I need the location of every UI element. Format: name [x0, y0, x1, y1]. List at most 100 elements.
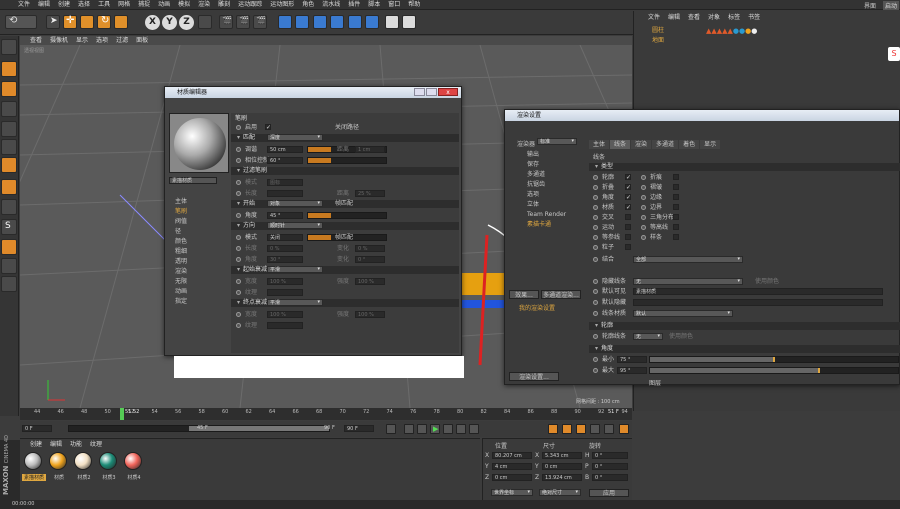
enable-checkbox[interactable]: ✓: [265, 124, 271, 131]
timeline[interactable]: 44 46 48 50 52 54 56 58 60 62 64 66 68 70 72 74 76 78 80 82…: [20, 408, 632, 420]
menu-item[interactable]: 渲染: [198, 0, 210, 10]
material-menu-item[interactable]: 创建: [30, 441, 42, 449]
default-hidden-field[interactable]: [633, 299, 883, 306]
render-tab[interactable]: 多通道: [652, 140, 679, 149]
render-tab[interactable]: 显示: [700, 140, 721, 149]
render-section-item[interactable]: 保存: [509, 160, 585, 170]
line-type-checkbox[interactable]: [673, 224, 679, 230]
hidden-lines-dropdown[interactable]: 无: [633, 278, 743, 285]
render-section-item[interactable]: 输出: [509, 150, 585, 160]
menu-item[interactable]: 角色: [302, 0, 314, 10]
menu-item[interactable]: 运动跟踪: [238, 0, 262, 10]
channel-item[interactable]: 渲染: [169, 267, 224, 277]
render-tab[interactable]: 着色: [679, 140, 700, 149]
timeline-button[interactable]: [619, 424, 629, 434]
workplane-button[interactable]: [1, 101, 17, 117]
param-field[interactable]: 0 %: [267, 245, 303, 252]
recent-tool-button[interactable]: [114, 15, 128, 29]
menu-item[interactable]: 模拟: [178, 0, 190, 10]
secondary-field[interactable]: 25 %: [355, 190, 385, 197]
keyframe-radio[interactable]: [593, 334, 598, 339]
material-swatch[interactable]: 材质2: [72, 452, 96, 482]
object-row-floor[interactable]: 地面: [638, 37, 798, 45]
keyframe-radio[interactable]: [593, 185, 598, 190]
line-type-checkbox[interactable]: [673, 174, 679, 180]
object-menu-item[interactable]: 标签: [728, 13, 740, 23]
max-angle-slider[interactable]: [649, 367, 899, 374]
channel-item[interactable]: 径: [169, 227, 224, 237]
combine-dropdown[interactable]: 全部: [633, 256, 743, 263]
line-type-checkbox[interactable]: [673, 184, 679, 190]
model-mode-button[interactable]: [1, 61, 17, 77]
line-type-checkbox[interactable]: [625, 214, 631, 220]
channel-item[interactable]: 透明: [169, 257, 224, 267]
coord-field[interactable]: 0 cm: [492, 474, 532, 481]
material-swatch[interactable]: 材质3: [97, 452, 121, 482]
object-menu-item[interactable]: 对象: [708, 13, 720, 23]
secondary-field[interactable]: 100 %: [355, 278, 385, 285]
secondary-field[interactable]: 0 °: [355, 256, 385, 263]
section-dropdown[interactable]: 深度: [267, 134, 323, 141]
keyframe-radio[interactable]: [593, 257, 598, 262]
edges-mode-button[interactable]: [1, 139, 17, 155]
menu-item[interactable]: 捕捉: [138, 0, 150, 10]
render-section-item[interactable]: 立体: [509, 200, 585, 210]
param-field[interactable]: 100 %: [267, 278, 303, 285]
param-key-button[interactable]: [590, 424, 600, 434]
deformer-button[interactable]: [348, 15, 362, 29]
keyframe-radio[interactable]: [641, 235, 646, 240]
polygons-mode-button[interactable]: [1, 157, 17, 173]
render-section-item[interactable]: 多通道: [509, 170, 585, 180]
param-slider[interactable]: [307, 157, 387, 164]
viewport-menu-item[interactable]: 查看: [30, 36, 42, 45]
section-header[interactable]: [231, 222, 459, 230]
minimize-button[interactable]: [414, 88, 425, 96]
line-type-checkbox[interactable]: [625, 224, 631, 230]
menu-item[interactable]: 窗口: [388, 0, 400, 10]
start-frame-field[interactable]: 0 F: [22, 425, 52, 432]
render-settings-button[interactable]: 🎬: [253, 15, 267, 29]
rotate-tool-button[interactable]: ↻: [97, 15, 111, 29]
render-section-item[interactable]: 素描卡通: [509, 220, 585, 230]
render-tab[interactable]: 主体: [589, 140, 610, 149]
line-type-checkbox[interactable]: [673, 234, 679, 240]
keyframe-radio[interactable]: [236, 323, 241, 328]
move-tool-button[interactable]: ✛: [63, 15, 77, 29]
move-key-button[interactable]: [548, 424, 558, 434]
min-angle-field[interactable]: 75 °: [617, 356, 647, 363]
keyframe-radio[interactable]: [593, 289, 598, 294]
contour-lines-dropdown[interactable]: 无: [633, 333, 663, 340]
section-dropdown[interactable]: 对象: [267, 200, 323, 207]
line-type-checkbox[interactable]: [625, 234, 631, 240]
keyframe-radio[interactable]: [593, 195, 598, 200]
min-angle-slider[interactable]: [649, 356, 899, 363]
render-tab[interactable]: 渲染: [631, 140, 652, 149]
secondary-field[interactable]: 0 %: [355, 245, 385, 252]
coord-system-button[interactable]: [198, 15, 212, 29]
render-settings-button[interactable]: 渲染设置...: [509, 372, 559, 381]
pla-key-button[interactable]: [604, 424, 614, 434]
next-frame-button[interactable]: [443, 424, 453, 434]
secondary-field[interactable]: 1 cm: [355, 146, 385, 153]
param-field[interactable]: [267, 289, 303, 296]
section-header[interactable]: [231, 134, 459, 142]
coord-field[interactable]: 0 °: [592, 474, 628, 481]
end-frame-field[interactable]: 90 F: [344, 425, 374, 432]
render-picture-viewer-button[interactable]: 🎬: [236, 15, 250, 29]
material-menu-item[interactable]: 编辑: [50, 441, 62, 449]
param-field[interactable]: 50 cm: [267, 146, 303, 153]
preset-item[interactable]: 我的渲染设置: [519, 303, 555, 312]
channel-item[interactable]: 笔刷: [169, 207, 224, 217]
select-tool-button[interactable]: ➤: [46, 15, 60, 29]
coord-field[interactable]: 13.924 cm: [542, 474, 582, 481]
menu-item[interactable]: 网格: [118, 0, 130, 10]
object-menu-item[interactable]: 编辑: [668, 13, 680, 23]
section-dropdown[interactable]: 平滑: [267, 299, 323, 306]
viewport-menu-item[interactable]: 选项: [96, 36, 108, 45]
keyframe-radio[interactable]: [236, 235, 241, 240]
angle-section[interactable]: 角度: [589, 345, 900, 353]
section-dropdown[interactable]: 平滑: [267, 266, 323, 273]
render-tab[interactable]: 线条: [610, 140, 631, 149]
channel-item[interactable]: 主体: [169, 197, 224, 207]
menu-item[interactable]: 动画: [158, 0, 170, 10]
